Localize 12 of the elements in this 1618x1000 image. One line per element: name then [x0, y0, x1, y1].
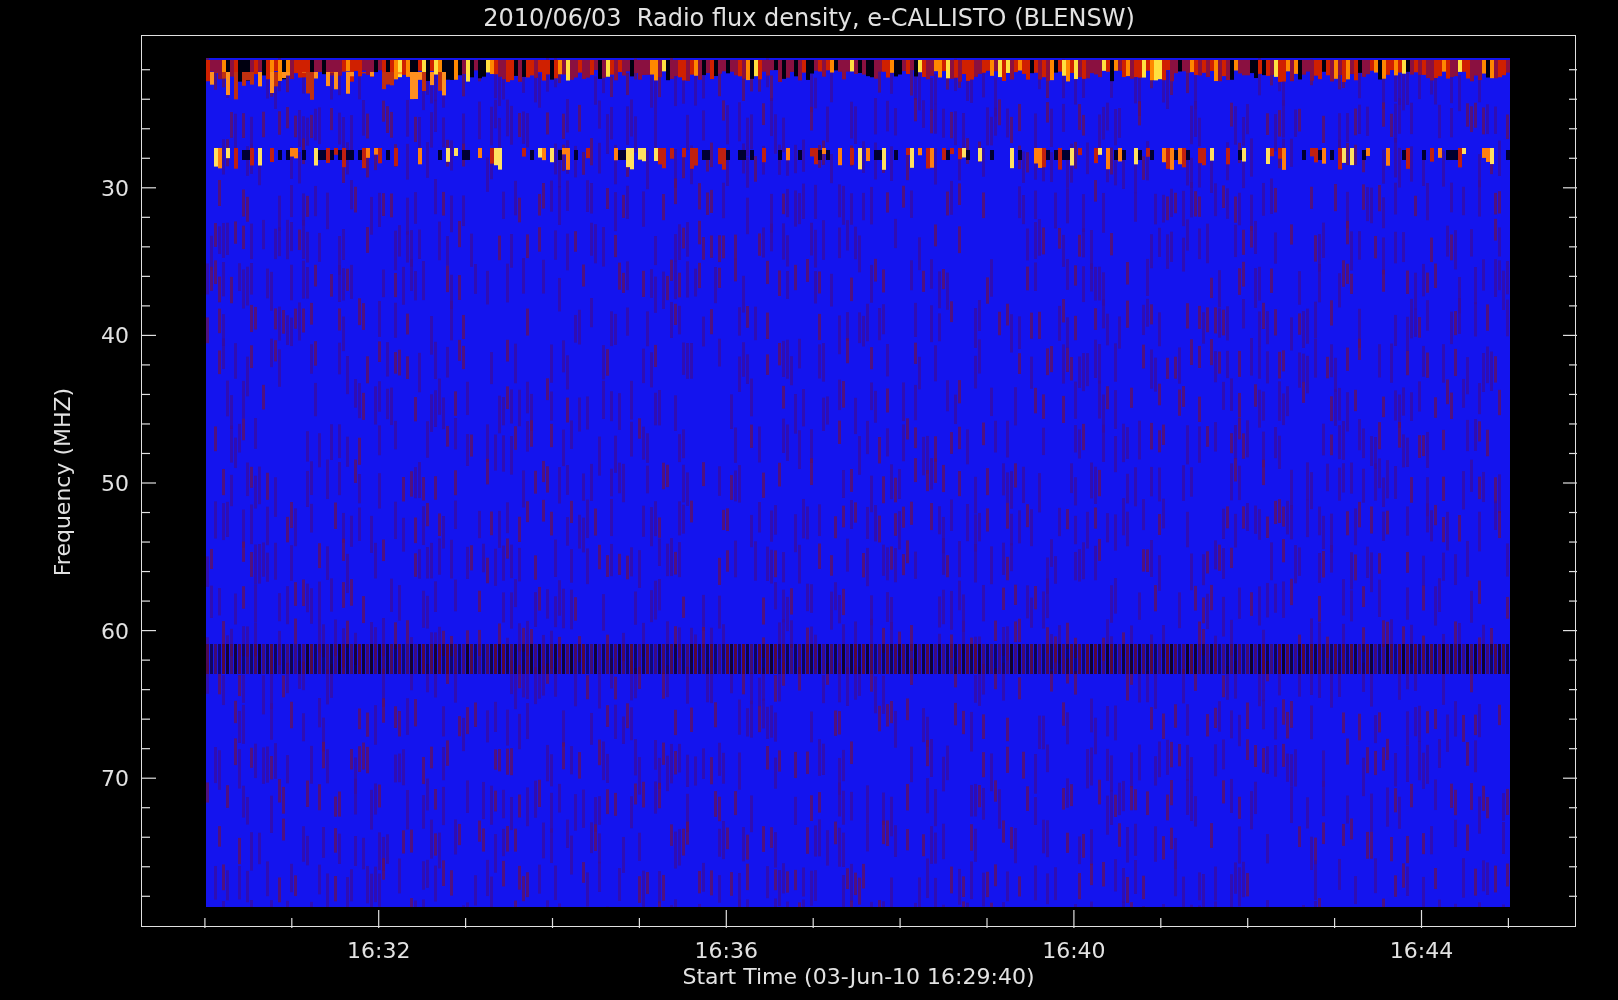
x-tick-label: 16:40 — [1042, 938, 1106, 963]
x-tick-label: 16:36 — [694, 938, 758, 963]
x-tick-label: 16:44 — [1389, 938, 1454, 963]
y-axis-title: Frequency (MHZ) — [49, 387, 75, 577]
x-axis-title: Start Time (03-Jun-10 16:29:40) — [682, 964, 1035, 989]
y-tick-label: 60 — [101, 618, 129, 644]
y-tick-label: 30 — [101, 175, 129, 201]
chart-title: 2010/06/03 Radio flux density, e-CALLISTO (BLENSW) — [483, 3, 1135, 32]
x-tick-label: 16:32 — [347, 938, 411, 963]
y-tick-label: 50 — [101, 470, 129, 496]
y-tick-label: 70 — [101, 765, 129, 791]
y-tick-label: 40 — [101, 322, 129, 348]
